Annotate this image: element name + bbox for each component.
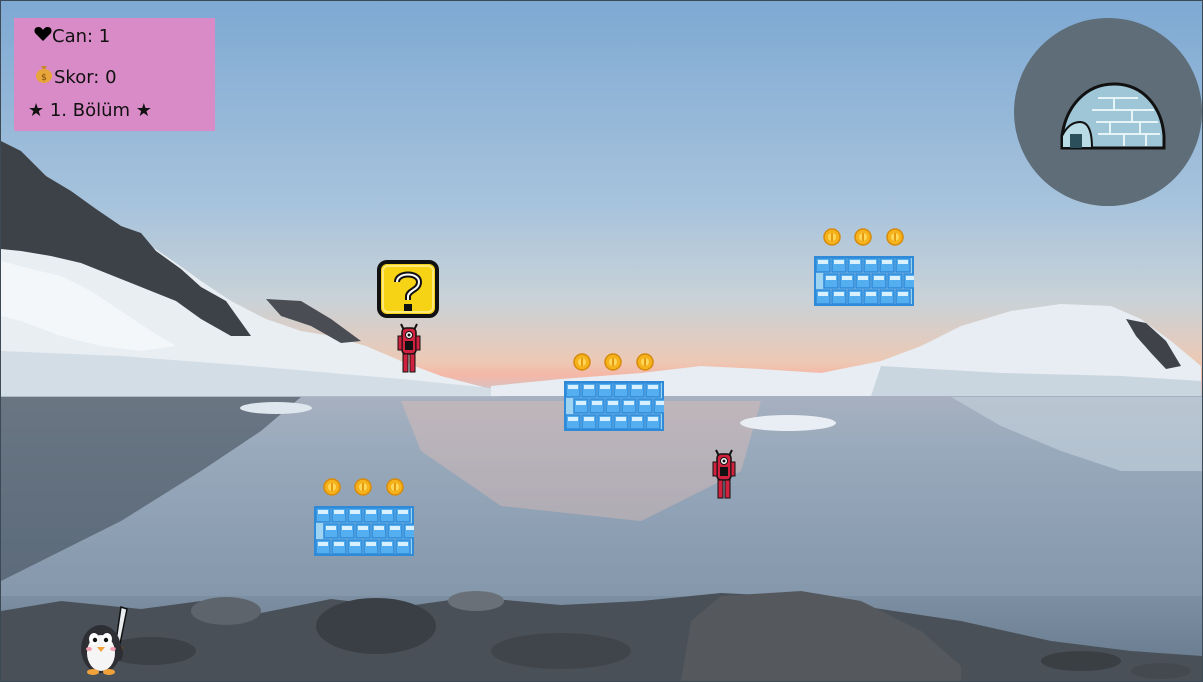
penguin-player: [75, 605, 137, 675]
coin: [386, 478, 404, 496]
coin: [573, 353, 591, 371]
level-text: ★ 1. Bölüm ★: [28, 100, 152, 121]
ice-brick-platform: [564, 381, 669, 431]
level-display: ★ 1. Bölüm ★: [28, 100, 152, 121]
coin: [886, 228, 904, 246]
ice-brick-platform: [314, 506, 419, 556]
igloo-button[interactable]: [1014, 18, 1202, 206]
coin: [823, 228, 841, 246]
heart-icon: [34, 26, 52, 47]
game-canvas[interactable]: Can: 1 $ Skor: 0 ★ 1. Bölüm ★: [0, 0, 1203, 682]
svg-text:$: $: [41, 73, 47, 83]
score-display: $ Skor: 0: [34, 63, 117, 88]
money-bag-icon: $: [34, 63, 54, 88]
coin: [604, 353, 622, 371]
question-block: [377, 260, 439, 318]
coin: [354, 478, 372, 496]
hud-panel: Can: 1 $ Skor: 0 ★ 1. Bölüm ★: [14, 18, 215, 131]
red-monster-enemy: [397, 322, 421, 376]
red-monster-enemy: [712, 448, 736, 502]
lives-text: Can: 1: [52, 26, 111, 47]
coin: [636, 353, 654, 371]
coin: [854, 228, 872, 246]
ice-brick-platform: [814, 256, 919, 306]
coin: [323, 478, 341, 496]
lives-display: Can: 1: [34, 26, 110, 47]
score-text: Skor: 0: [54, 67, 117, 88]
igloo-icon: [1060, 82, 1166, 150]
